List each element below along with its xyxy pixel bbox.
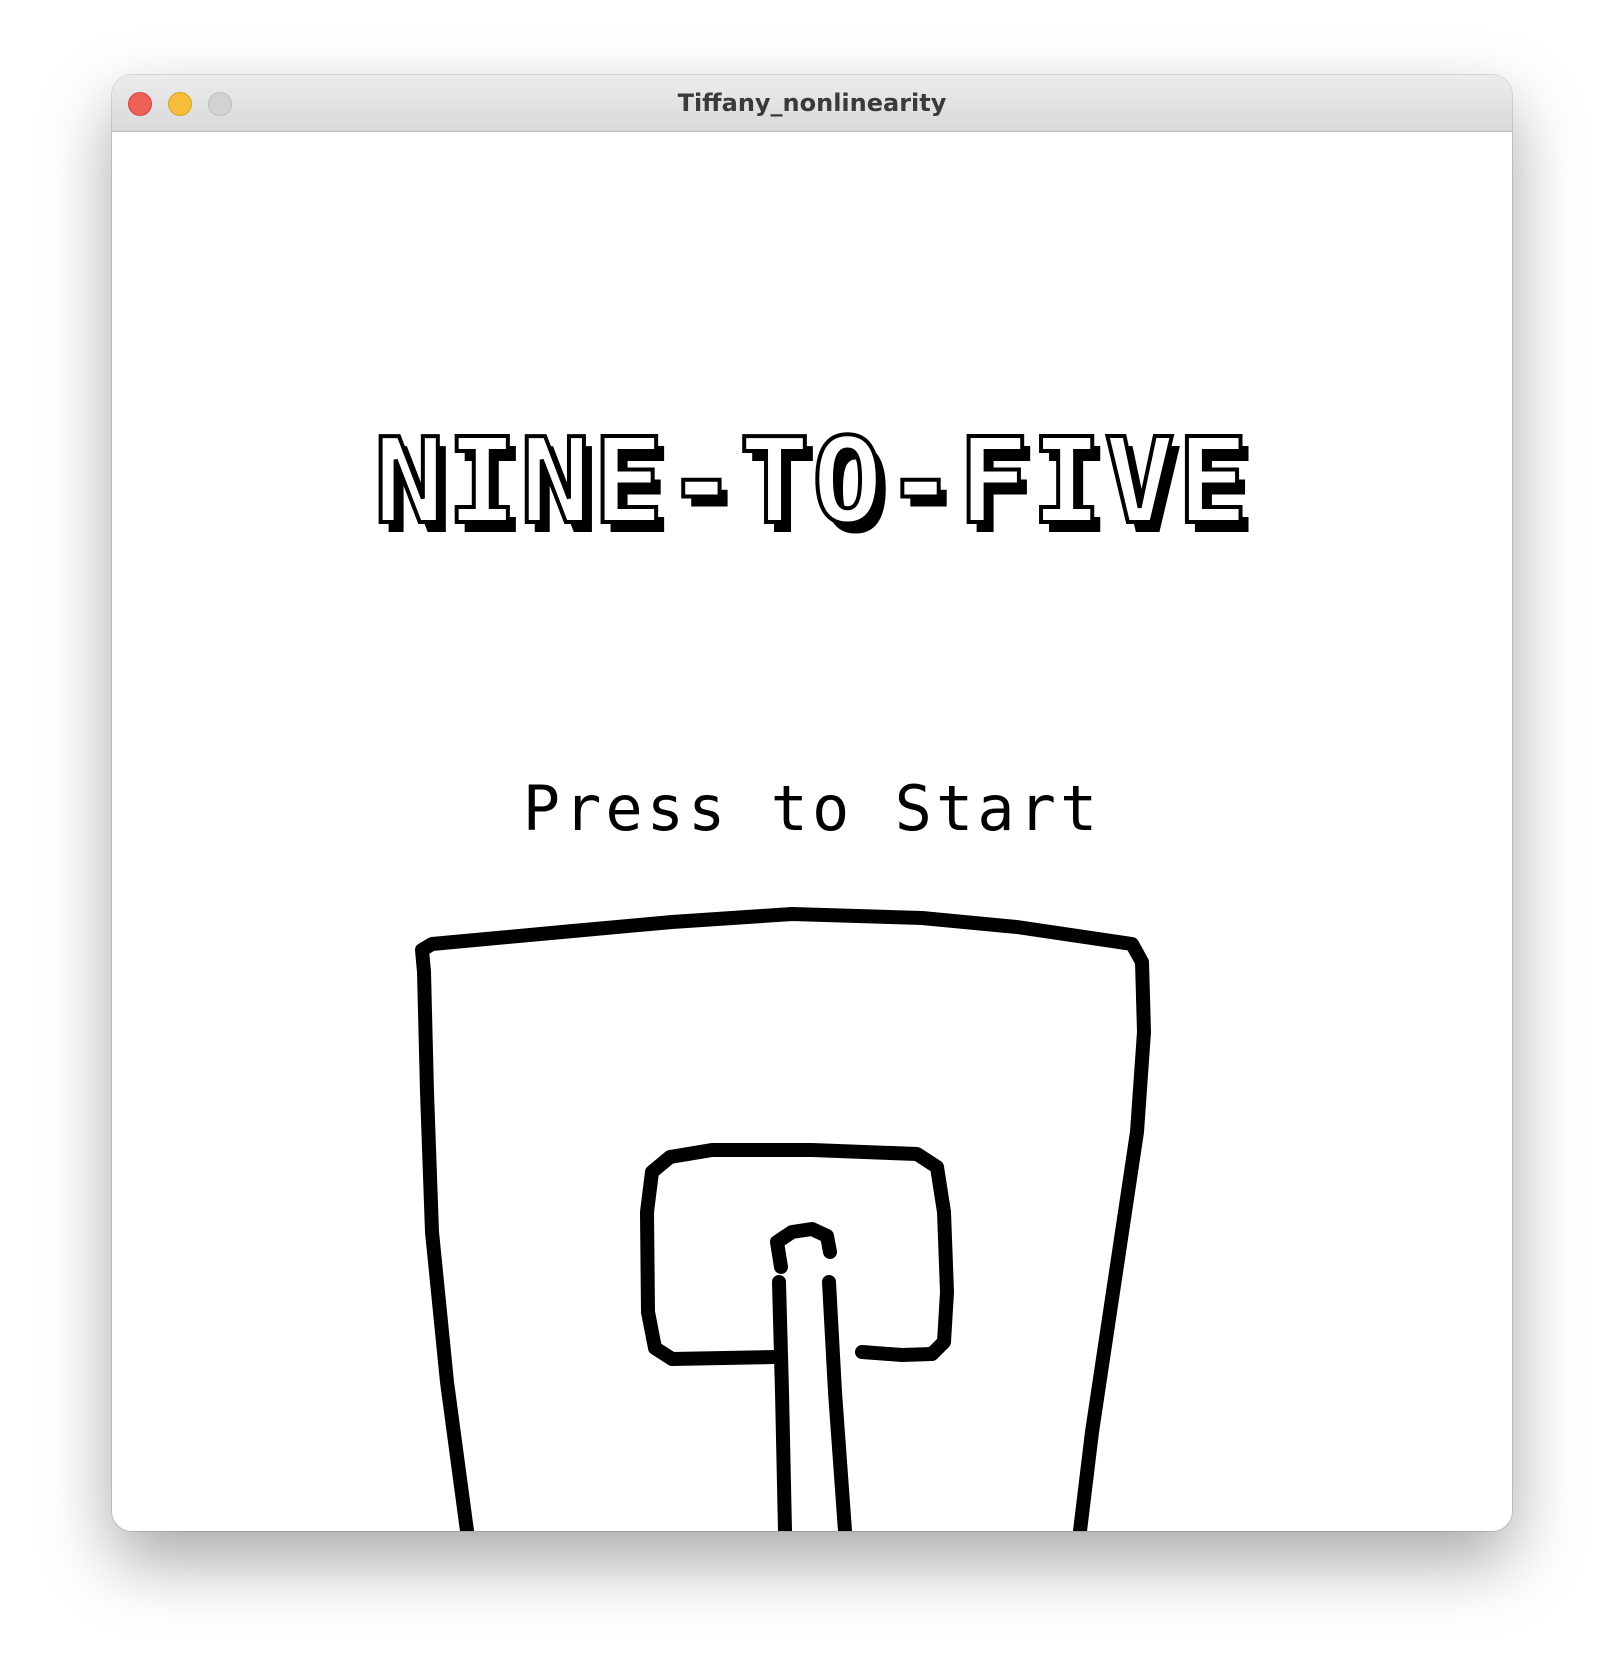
title-bar[interactable]: Tiffany_nonlinearity [112, 75, 1512, 132]
hook-sketch [770, 1222, 837, 1274]
app-window: Tiffany_nonlinearity NINE-TO-FIVE Press … [112, 75, 1512, 1531]
doorway-sketch [415, 907, 1151, 1531]
inner-frame-outline [640, 1143, 954, 1366]
window-title: Tiffany_nonlinearity [677, 89, 947, 117]
game-canvas[interactable]: NINE-TO-FIVE Press to Start [112, 132, 1512, 1531]
stem-right-line [822, 1275, 852, 1531]
stem-left-line [772, 1275, 792, 1531]
